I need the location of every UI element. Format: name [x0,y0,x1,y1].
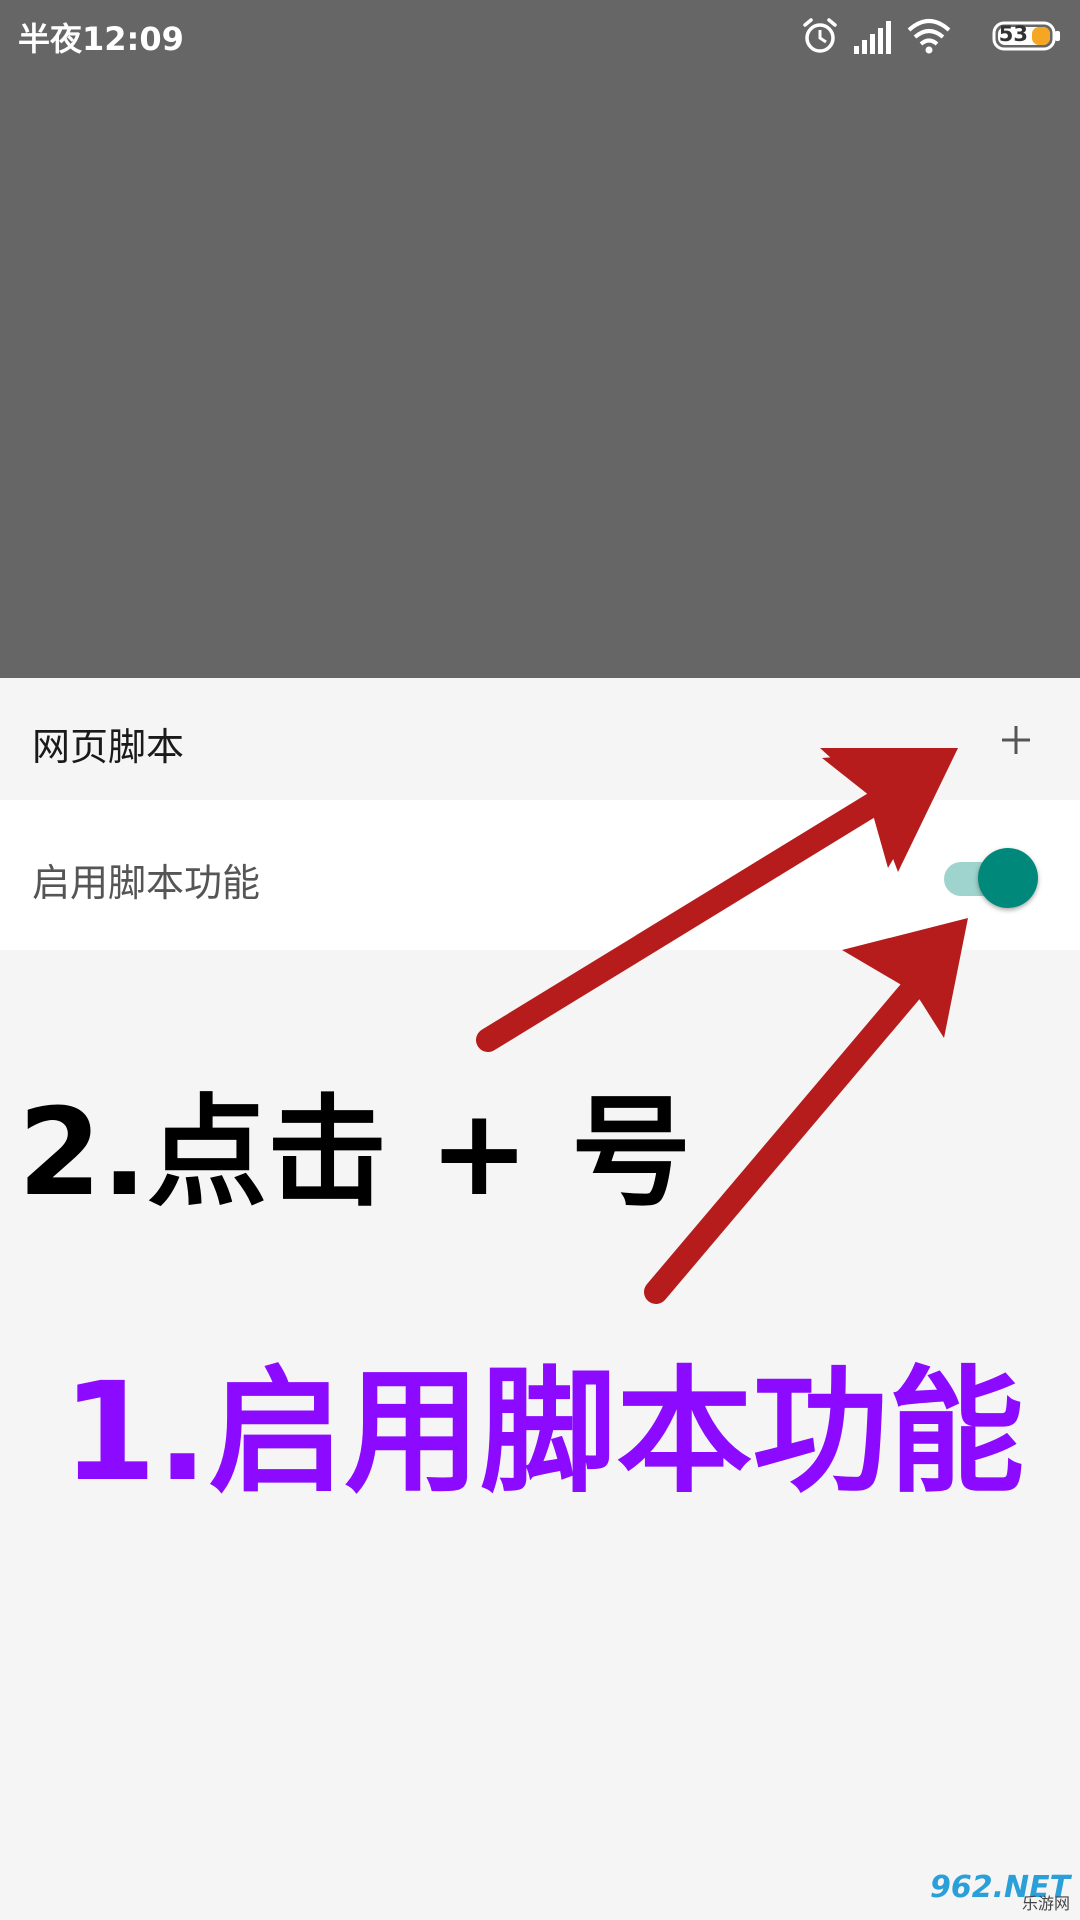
arrow-to-toggle [644,918,968,1304]
section-header: 网页脚本 [0,678,1080,800]
status-bar: 半夜12:09 53 [0,0,1080,72]
enable-script-toggle[interactable] [944,844,1040,908]
annotation-step-1: 1.启用脚本功能 [62,1354,1025,1512]
annotation-step-2: 2.点击 + 号 [18,1084,692,1223]
add-script-button[interactable] [976,700,1056,780]
toggle-thumb [978,848,1038,908]
dimmed-background [0,0,1080,678]
watermark: 962.NET 乐游网 [930,1870,1070,1914]
wifi-icon [907,19,951,54]
alarm-icon [803,18,837,53]
plus-icon [1002,726,1030,754]
signal-icon [854,21,891,54]
setting-row-enable-script[interactable]: 启用脚本功能 [0,800,1080,950]
status-time: 半夜12:09 [18,20,184,58]
battery-level: 53 [998,22,1028,46]
section-title: 网页脚本 [32,725,185,769]
setting-label: 启用脚本功能 [32,861,261,905]
watermark-sub: 乐游网 [1021,1894,1070,1913]
